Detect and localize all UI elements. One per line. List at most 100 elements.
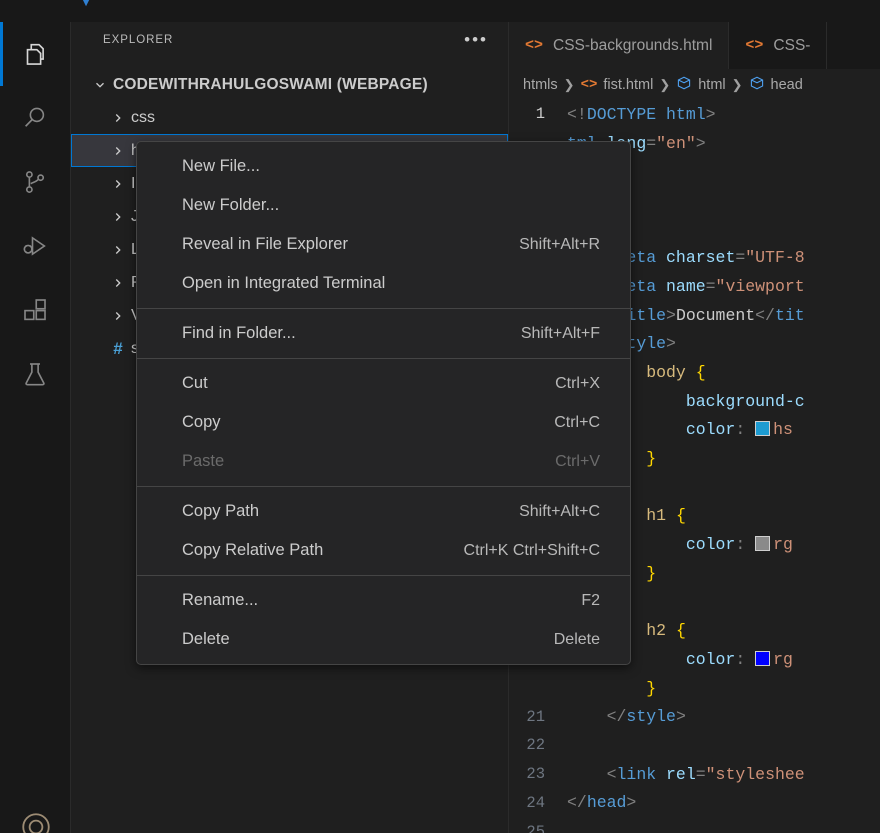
breadcrumb-item-html[interactable]: html: [698, 77, 725, 93]
menu-item-label: Rename...: [182, 591, 259, 609]
editor-tab-bar: <> CSS-backgrounds.html <> CSS-: [509, 22, 880, 69]
menu-item-cut[interactable]: Cut Ctrl+X: [137, 364, 630, 403]
code-line: 1 <!DOCTYPE html>: [509, 100, 880, 129]
chevron-right-icon: [105, 144, 131, 158]
chevron-right-icon: [105, 177, 131, 191]
menu-item-label: Cut: [182, 374, 208, 392]
menu-separator: [137, 358, 630, 359]
activity-item-run-and-debug[interactable]: [0, 214, 71, 278]
html-file-icon: <>: [525, 37, 544, 54]
activity-bar: [0, 22, 71, 833]
more-actions-icon[interactable]: •••: [464, 31, 488, 48]
menu-item-paste: Paste Ctrl+V: [137, 442, 630, 481]
color-swatch-h1[interactable]: [755, 536, 771, 552]
code-line: 21 </style>: [509, 702, 880, 731]
menu-item-label: Delete: [182, 630, 230, 648]
menu-item-label: Paste: [182, 452, 225, 470]
search-icon: [20, 103, 50, 133]
menu-item-new-file[interactable]: New File...: [137, 147, 630, 186]
source-control-icon: [20, 167, 50, 197]
code-line: }: [646, 678, 657, 698]
activity-item-testing[interactable]: [0, 342, 71, 406]
files-icon: [20, 39, 50, 69]
activity-item-source-control[interactable]: [0, 150, 71, 214]
explorer-header: EXPLORER •••: [71, 22, 508, 58]
line-number: 23: [526, 765, 545, 784]
editor-tab-label: CSS-: [773, 36, 811, 54]
css-file-icon: #: [113, 338, 123, 358]
menu-item-label: Copy Relative Path: [182, 541, 324, 559]
symbol-cube-icon: [676, 75, 692, 95]
menu-item-reveal-in-file-explorer[interactable]: Reveal in File Explorer Shift+Alt+R: [137, 225, 630, 264]
menu-item-copy[interactable]: Copy Ctrl+C: [137, 403, 630, 442]
menu-item-shortcut: Delete: [553, 630, 600, 648]
menu-item-shortcut: F2: [581, 591, 600, 609]
breadcrumb: htmls ❯ <> fist.html ❯ html ❯ head: [509, 69, 880, 100]
activity-item-search[interactable]: [0, 86, 71, 150]
chevron-right-icon: ❯: [563, 76, 575, 92]
file-context-menu: New File... New Folder... Reveal in File…: [136, 141, 631, 665]
editor-tab-css-second[interactable]: <> CSS-: [729, 22, 828, 69]
menu-item-label: Open in Integrated Terminal: [182, 274, 386, 292]
menu-item-label: New File...: [182, 157, 260, 175]
line-number: 1: [535, 105, 545, 124]
chevron-down-icon: ▼: [77, 0, 95, 10]
editor-tab-css-backgrounds[interactable]: <> CSS-backgrounds.html: [509, 22, 730, 69]
breadcrumb-item-htmls[interactable]: htmls: [523, 77, 558, 93]
menu-item-copy-path[interactable]: Copy Path Shift+Alt+C: [137, 492, 630, 531]
html-file-icon: <>: [580, 76, 598, 93]
code-line: 24 </head>: [509, 789, 880, 818]
chevron-right-icon: [105, 276, 131, 290]
line-number: 22: [526, 736, 545, 755]
menu-item-rename[interactable]: Rename... F2: [137, 581, 630, 620]
activity-item-extensions[interactable]: [0, 278, 71, 342]
activity-item-account[interactable]: [0, 799, 71, 833]
menu-item-copy-relative-path[interactable]: Copy Relative Path Ctrl+K Ctrl+Shift+C: [137, 531, 630, 570]
chevron-down-icon: [87, 78, 113, 92]
breadcrumb-item-head[interactable]: head: [771, 77, 803, 93]
menu-item-label: New Folder...: [182, 196, 280, 214]
color-swatch-h2[interactable]: [755, 650, 771, 666]
menu-item-shortcut: Shift+Alt+R: [519, 235, 600, 253]
code-line: 25: [509, 817, 880, 833]
menu-item-label: Copy: [182, 413, 221, 431]
menu-item-shortcut: Ctrl+V: [555, 452, 600, 470]
chevron-right-icon: [105, 243, 131, 257]
menu-item-label: Find in Folder...: [182, 324, 296, 342]
chevron-right-icon: ❯: [731, 76, 743, 92]
menu-item-open-in-integrated-terminal[interactable]: Open in Integrated Terminal: [137, 264, 630, 303]
root-folder-label: CODEWITHRAHULGOSWAMI (WEBPAGE): [113, 75, 428, 93]
chevron-right-icon: ❯: [659, 76, 671, 92]
account-circle-icon: [19, 810, 53, 833]
chevron-right-icon: [105, 210, 131, 224]
tree-item-css[interactable]: css: [71, 101, 508, 134]
menu-item-shortcut: Ctrl+K Ctrl+Shift+C: [463, 541, 600, 559]
editor-tab-label: CSS-backgrounds.html: [553, 36, 713, 54]
menu-separator: [137, 486, 630, 487]
color-swatch-body[interactable]: [755, 421, 771, 437]
code-line: 22: [509, 731, 880, 760]
menu-item-label: Copy Path: [182, 502, 260, 520]
line-number: 25: [526, 822, 545, 833]
chevron-right-icon: [105, 309, 131, 323]
html-file-icon: <>: [745, 37, 764, 54]
chevron-right-icon: [105, 111, 131, 125]
symbol-cube-icon: [749, 75, 765, 95]
tree-root-folder[interactable]: CODEWITHRAHULGOSWAMI (WEBPAGE): [71, 68, 508, 101]
menu-item-shortcut: Shift+Alt+F: [520, 324, 600, 342]
menu-item-shortcut: Shift+Alt+C: [519, 502, 600, 520]
menu-item-label: Reveal in File Explorer: [182, 235, 348, 253]
tree-item-label: css: [131, 108, 155, 126]
menu-item-find-in-folder[interactable]: Find in Folder... Shift+Alt+F: [137, 314, 630, 353]
run-debug-icon: [20, 231, 50, 261]
menu-item-shortcut: Ctrl+X: [555, 374, 600, 392]
menu-item-new-folder[interactable]: New Folder...: [137, 186, 630, 225]
breadcrumb-item-file[interactable]: fist.html: [603, 77, 653, 93]
menu-separator: [137, 575, 630, 576]
menu-item-shortcut: Ctrl+C: [554, 413, 600, 431]
menu-item-delete[interactable]: Delete Delete: [137, 620, 630, 659]
extensions-icon: [20, 295, 50, 325]
activity-item-explorer[interactable]: [0, 22, 71, 86]
menu-separator: [137, 308, 630, 309]
code-line: 23 <link rel="styleshee: [509, 760, 880, 789]
